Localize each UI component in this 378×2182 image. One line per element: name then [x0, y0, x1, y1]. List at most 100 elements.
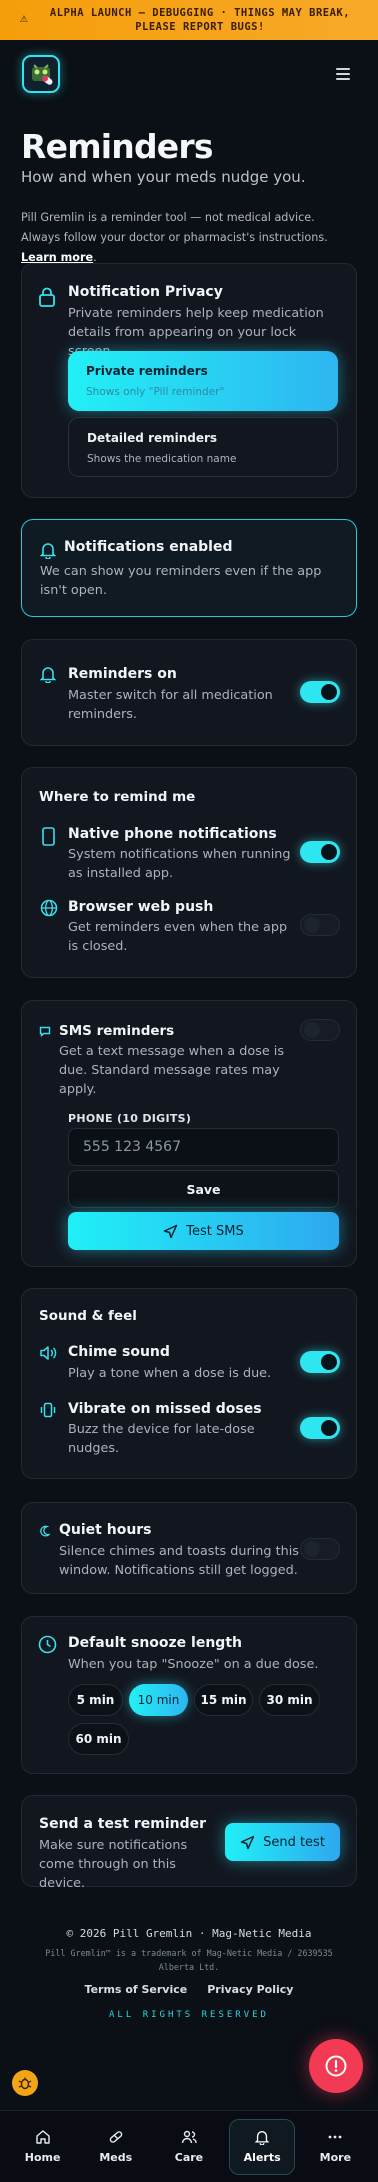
moon-icon: [40, 1525, 50, 1537]
disclaimer-text: Pill Gremlin is a reminder tool — not me…: [21, 211, 328, 244]
quiet-desc: Silence chimes and toasts during this wi…: [59, 1544, 299, 1578]
snooze-title: Default snooze length: [68, 1635, 242, 1651]
nav-meds[interactable]: Meds: [83, 2119, 149, 2175]
privacy-policy-link[interactable]: Privacy Policy: [207, 1983, 293, 1996]
send-test-title: Send a test reminder: [39, 1816, 207, 1832]
nav-label: More: [319, 2151, 352, 2164]
quiet-hours-card: Quiet hours Silence chimes and toasts du…: [21, 1502, 357, 1594]
terms-of-service-link[interactable]: Terms of Service: [85, 1983, 188, 1996]
bug-report-button[interactable]: [12, 2070, 38, 2096]
nav-label: Care: [174, 2151, 204, 2164]
chat-bubble-icon: [39, 1026, 51, 1037]
chime-desc: Play a tone when a dose is due.: [68, 1366, 272, 1381]
pill-icon: [109, 2131, 123, 2143]
send-icon: [164, 1224, 178, 1238]
test-sms-label: Test SMS: [186, 1223, 244, 1239]
vibrate-icon: [40, 1402, 56, 1418]
page-subtitle: How and when your meds nudge you.: [21, 168, 306, 186]
option-desc: Shows only "Pill reminder": [86, 386, 225, 398]
snooze-option-30[interactable]: 30 min: [259, 1684, 320, 1716]
detailed-reminders-option[interactable]: Detailed reminders Shows the medication …: [68, 417, 338, 477]
snooze-option-15[interactable]: 15 min: [194, 1684, 253, 1716]
nav-label: Home: [24, 2151, 61, 2164]
nav-home[interactable]: Home: [10, 2119, 76, 2175]
save-phone-button[interactable]: Save: [68, 1170, 339, 1208]
sms-desc: Get a text message when a dose is due. S…: [59, 1044, 285, 1097]
top-bar: [0, 40, 378, 108]
snooze-option-60[interactable]: 60 min: [68, 1723, 129, 1755]
home-icon: [35, 2130, 50, 2144]
vibrate-desc: Buzz the device for late-dose nudges.: [68, 1422, 255, 1456]
disclaimer: Pill Gremlin is a reminder tool — not me…: [21, 211, 328, 264]
bell-icon: [254, 2131, 270, 2145]
bottom-nav: Home Meds Care Alerts More: [0, 2110, 378, 2182]
native-title: Native phone notifications: [68, 826, 277, 842]
bell-icon: [40, 543, 56, 559]
speaker-icon: [40, 1346, 57, 1360]
sound-heading: Sound & feel: [39, 1308, 137, 1324]
chime-title: Chime sound: [68, 1344, 170, 1360]
notifications-enabled-notice: Notifications enabled We can show you re…: [21, 519, 357, 617]
native-desc: System notifications when running as ins…: [68, 847, 291, 881]
hamburger-menu-icon[interactable]: [332, 66, 354, 82]
people-icon: [181, 2130, 197, 2144]
snooze-option-5[interactable]: 5 min: [68, 1684, 123, 1716]
nav-alerts[interactable]: Alerts: [229, 2118, 296, 2175]
sound-and-feel-card: Sound & feel Chime sound Play a tone whe…: [21, 1288, 357, 1479]
web-push-toggle[interactable]: [300, 914, 340, 936]
quiet-hours-toggle[interactable]: [300, 1538, 340, 1560]
notification-privacy-card: Notification Privacy Private reminders h…: [21, 263, 357, 498]
pill-gremlin-logo[interactable]: [22, 55, 60, 93]
private-reminders-option[interactable]: Private reminders Shows only "Pill remin…: [68, 351, 338, 411]
warning-icon: ⚠: [20, 11, 29, 26]
globe-icon: [40, 899, 58, 917]
nav-care[interactable]: Care: [156, 2119, 222, 2175]
nav-label: Meds: [99, 2151, 133, 2164]
reminders-on-toggle[interactable]: [300, 681, 340, 703]
sms-toggle[interactable]: [300, 1019, 340, 1041]
more-dots-icon: [328, 2135, 342, 2139]
where-to-remind-card: Where to remind me Native phone notifica…: [21, 767, 357, 978]
where-heading: Where to remind me: [39, 789, 196, 805]
alpha-banner: ⚠ ALPHA LAUNCH — DEBUGGING · THINGS MAY …: [0, 0, 378, 40]
alpha-banner-text: ALPHA LAUNCH — DEBUGGING · THINGS MAY BR…: [49, 7, 351, 33]
web-push-title: Browser web push: [68, 899, 214, 915]
test-sms-button[interactable]: Test SMS: [68, 1212, 339, 1250]
sms-reminders-card: SMS reminders Get a text message when a …: [21, 1000, 357, 1267]
bug-icon: [18, 2077, 32, 2090]
vibrate-title: Vibrate on missed doses: [68, 1401, 262, 1417]
option-title: Private reminders: [86, 364, 208, 378]
reminders-master-card: Reminders on Master switch for all medic…: [21, 639, 357, 746]
send-test-desc: Make sure notifications come through on …: [39, 1838, 188, 1891]
chime-sound-toggle[interactable]: [300, 1351, 340, 1373]
option-desc: Shows the medication name: [87, 453, 237, 465]
footer-trademark: Pill Gremlin™ is a trademark of Mag-Neti…: [45, 1948, 333, 1972]
snooze-desc: When you tap "Snooze" on a due dose.: [68, 1657, 319, 1672]
option-title: Detailed reminders: [87, 431, 218, 445]
footer-links: Terms of Service Privacy Policy: [0, 1983, 378, 1996]
vibrate-toggle[interactable]: [300, 1417, 340, 1439]
enabled-desc: We can show you reminders even if the ap…: [40, 564, 322, 598]
nav-more[interactable]: More: [302, 2119, 368, 2175]
nav-label: Alerts: [243, 2151, 281, 2164]
master-title: Reminders on: [68, 666, 177, 682]
phone-input[interactable]: [68, 1128, 339, 1166]
send-icon: [240, 1835, 255, 1849]
snooze-option-10[interactable]: 10 min: [129, 1684, 188, 1716]
bell-icon: [40, 667, 56, 683]
enabled-title: Notifications enabled: [64, 539, 233, 555]
send-test-card: Send a test reminder Make sure notificat…: [21, 1795, 357, 1891]
web-push-desc: Get reminders even when the app is close…: [68, 920, 288, 954]
report-alert-button[interactable]: [309, 2039, 363, 2093]
send-test-label: Send test: [263, 1834, 325, 1850]
privacy-title: Notification Privacy: [68, 284, 223, 300]
page-title: Reminders: [21, 127, 214, 166]
phone-icon: [42, 827, 55, 846]
snooze-card: Default snooze length When you tap "Snoo…: [21, 1616, 357, 1774]
quiet-title: Quiet hours: [59, 1522, 152, 1538]
footer-copyright: © 2026 Pill Gremlin · Mag-Netic Media: [66, 1927, 312, 1940]
lock-icon: [39, 287, 55, 307]
native-notifications-toggle[interactable]: [300, 841, 340, 863]
send-test-button[interactable]: Send test: [225, 1823, 340, 1861]
sms-title: SMS reminders: [59, 1023, 175, 1039]
